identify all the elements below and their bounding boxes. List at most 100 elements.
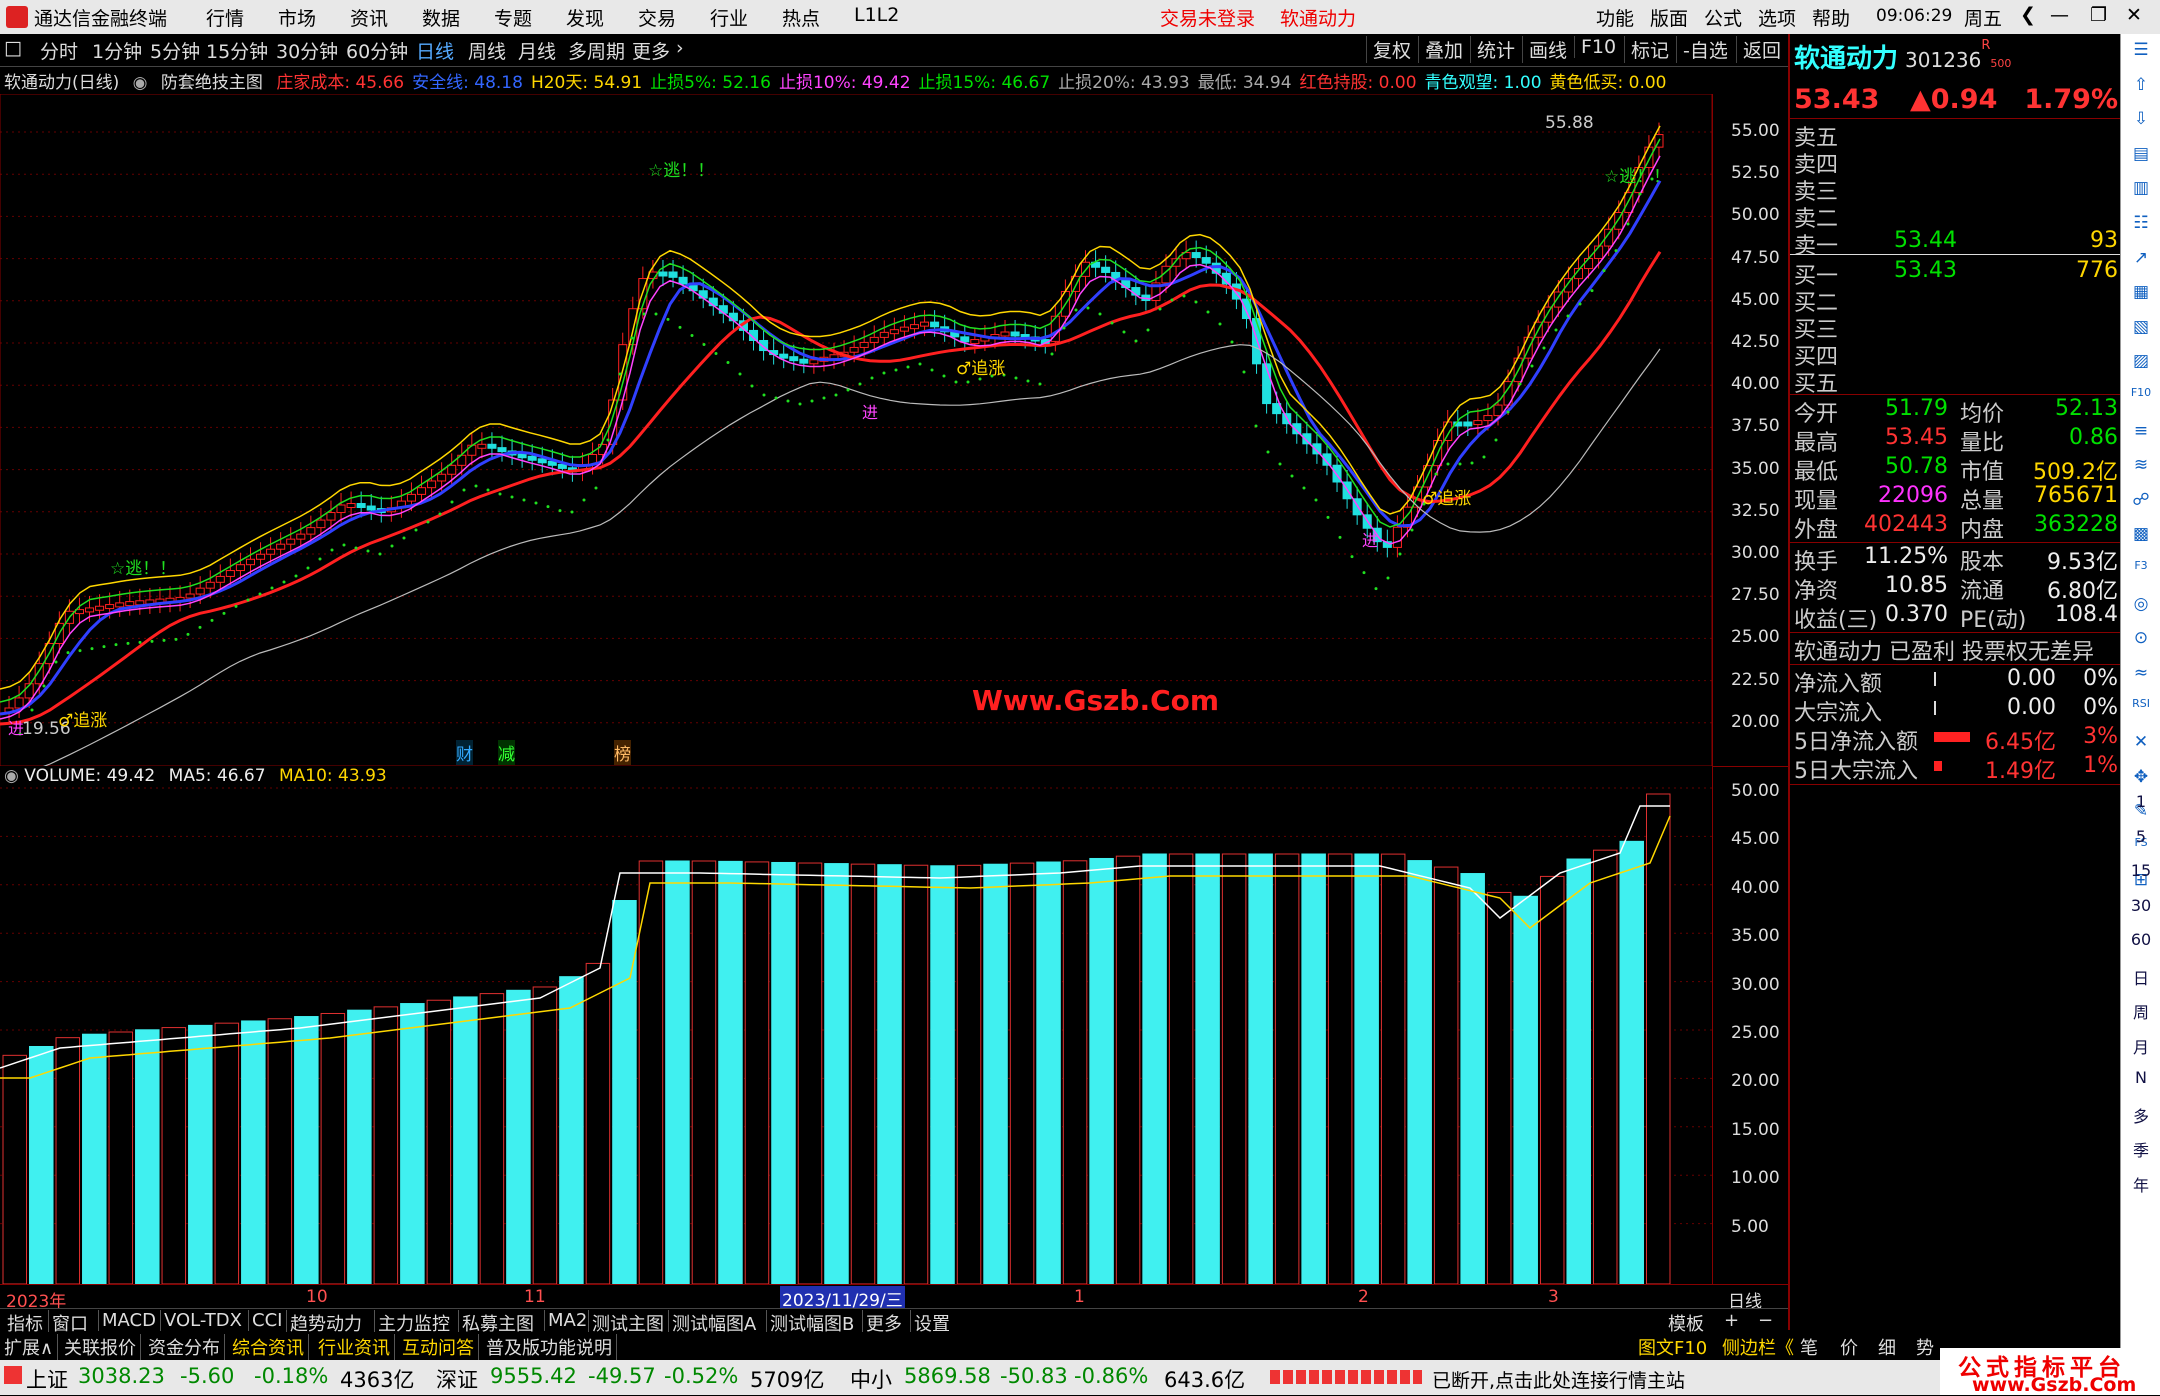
extension-tab[interactable]: 综合资讯 — [232, 1334, 309, 1360]
down-icon[interactable]: ⇩ — [2129, 109, 2153, 133]
link-icon[interactable]: ☍ — [2129, 490, 2153, 514]
chevron-right-icon[interactable]: › — [676, 37, 684, 59]
bar-icon[interactable]: ▦ — [2129, 282, 2153, 306]
back-arrow-icon[interactable]: ❮ — [2020, 4, 2036, 26]
menu-item[interactable]: 数据 — [422, 4, 460, 31]
move-icon[interactable]: ✥ — [2129, 767, 2153, 791]
indicator-tab[interactable]: MA2 — [544, 1310, 587, 1331]
up-icon[interactable]: ⇧ — [2129, 75, 2153, 99]
template-control[interactable]: − — [1758, 1310, 1773, 1331]
tab-period[interactable]: 多周期 — [568, 37, 625, 64]
tool-button[interactable]: 叠加 — [1418, 36, 1469, 63]
menu-item[interactable]: 行情 — [206, 4, 244, 31]
cross-icon[interactable]: ✕ — [2129, 732, 2153, 756]
menu-item[interactable]: 市场 — [278, 4, 316, 31]
period-shortcut[interactable]: N — [2129, 1068, 2153, 1092]
sys-menu-item[interactable]: 公式 — [1704, 4, 1742, 31]
side-tab[interactable]: 细 — [1878, 1334, 1896, 1360]
list-icon[interactable]: ▤ — [2129, 144, 2153, 168]
tab-period[interactable]: 15分钟 — [206, 37, 268, 64]
indicator-tab[interactable]: MACD — [98, 1310, 156, 1331]
close-icon[interactable]: ✕ — [2126, 4, 2142, 26]
side-tab[interactable]: 笔 — [1800, 1334, 1818, 1360]
indicator-tab[interactable]: CCI — [248, 1310, 282, 1331]
menu-icon[interactable]: ☰ — [2129, 40, 2153, 64]
menu-item[interactable]: 行业 — [710, 4, 748, 31]
period-shortcut[interactable]: 5 — [2129, 827, 2153, 851]
tool-button[interactable]: F10 — [1574, 36, 1622, 58]
toolbar-collapse-icon[interactable]: □ — [4, 37, 22, 59]
extension-tab[interactable]: 行业资讯 — [318, 1334, 395, 1360]
f10-icon[interactable]: F10 — [2129, 386, 2153, 410]
menu-item[interactable]: 交易 — [638, 4, 676, 31]
sys-menu-item[interactable]: 功能 — [1596, 4, 1634, 31]
column-icon[interactable]: ▧ — [2129, 317, 2153, 341]
tab-period[interactable]: 5分钟 — [150, 37, 200, 64]
data-icon[interactable]: ▨ — [2129, 351, 2153, 375]
event-tag-list[interactable]: 榜 — [614, 740, 631, 765]
f3-icon[interactable]: F3 — [2129, 559, 2153, 583]
tool-button[interactable]: 复权 — [1366, 36, 1417, 63]
extension-tab[interactable]: 扩展∧ — [4, 1334, 59, 1360]
volume-chart[interactable] — [0, 766, 1712, 1284]
period-shortcut[interactable]: 日 — [2129, 965, 2153, 989]
trend-icon[interactable]: ↗ — [2129, 248, 2153, 272]
block-icon[interactable]: ▩ — [2129, 524, 2153, 548]
tab-period[interactable]: 周线 — [468, 37, 506, 64]
extension-tab[interactable]: 互动问答 — [402, 1334, 479, 1360]
period-shortcut[interactable]: 15 — [2129, 861, 2153, 885]
period-shortcut[interactable]: 季 — [2129, 1137, 2153, 1161]
tab-period[interactable]: 1分钟 — [92, 37, 142, 64]
tool-button[interactable]: -自选 — [1676, 36, 1734, 63]
tab-period[interactable]: 分时 — [40, 37, 78, 64]
approx-icon[interactable]: ≈ — [2129, 663, 2153, 687]
tool-button[interactable]: 返回 — [1736, 36, 1787, 63]
event-tag-reduce[interactable]: 减 — [498, 740, 515, 765]
period-shortcut[interactable]: 多 — [2129, 1103, 2153, 1127]
sys-menu-item[interactable]: 帮助 — [1812, 4, 1850, 31]
period-shortcut[interactable]: 年 — [2129, 1172, 2153, 1196]
menu-item[interactable]: 专题 — [494, 4, 532, 31]
restore-icon[interactable]: ❐ — [2090, 4, 2107, 26]
menu-item[interactable]: 发现 — [566, 4, 604, 31]
tool-button[interactable]: 画线 — [1522, 36, 1573, 63]
period-shortcut[interactable]: 30 — [2129, 896, 2153, 920]
login-status[interactable]: 交易未登录 — [1160, 4, 1255, 31]
tool-button[interactable]: 标记 — [1624, 36, 1675, 63]
extension-tab[interactable]: 资金分布 — [148, 1334, 225, 1360]
index-name[interactable]: 上证 — [26, 1364, 68, 1394]
side-tab[interactable]: 侧边栏《 — [1722, 1334, 1794, 1360]
menu-item[interactable]: L1L2 — [854, 4, 899, 26]
extension-tab[interactable]: 普及版功能说明 — [486, 1334, 617, 1360]
menu-item[interactable]: 资讯 — [350, 4, 388, 31]
connection-status[interactable]: 已断开,点击此处连接行情主站 — [1432, 1366, 1685, 1393]
rsi-icon[interactable]: RSI — [2129, 697, 2153, 721]
grid-icon[interactable]: ▥ — [2129, 178, 2153, 202]
sys-menu-item[interactable]: 版面 — [1650, 4, 1688, 31]
tab-period[interactable]: 更多 — [632, 37, 670, 64]
period-shortcut[interactable]: 60 — [2129, 930, 2153, 954]
index-name[interactable]: 深证 — [436, 1364, 478, 1394]
price-chart[interactable]: 55.8819.56☆逃！！☆逃！！☆逃！！♂追涨♂追涨♂追涨进进进 — [0, 94, 1712, 766]
tab-period-active[interactable]: 日线 — [416, 37, 454, 64]
side-tab[interactable]: 价 — [1840, 1334, 1858, 1360]
period-shortcut[interactable]: 月 — [2129, 1034, 2153, 1058]
menu-item[interactable]: 热点 — [782, 4, 820, 31]
index-name[interactable]: 中小 — [850, 1364, 892, 1394]
tab-period[interactable]: 月线 — [518, 37, 556, 64]
period-shortcut[interactable]: 周 — [2129, 999, 2153, 1023]
event-tag-finance[interactable]: 财 — [456, 740, 473, 765]
indicator-tab[interactable]: VOL-TDX — [160, 1310, 242, 1331]
tab-period[interactable]: 60分钟 — [346, 37, 408, 64]
minimize-icon[interactable]: — — [2050, 4, 2069, 26]
side-tab[interactable]: 势 — [1916, 1334, 1934, 1360]
table-icon[interactable]: ☷ — [2129, 213, 2153, 237]
company-profile[interactable]: 软通动力 已盈利 投票权无差异 — [1794, 640, 2094, 665]
tool-button[interactable]: 统计 — [1470, 36, 1521, 63]
sys-menu-item[interactable]: 选项 — [1758, 4, 1796, 31]
lines-icon[interactable]: ≡ — [2129, 421, 2153, 445]
side-tab[interactable]: 图文F10 — [1638, 1334, 1707, 1360]
formula-name[interactable]: 防套绝技主图 — [161, 73, 263, 93]
circle-icon[interactable]: ⊙ — [2129, 628, 2153, 652]
target-icon[interactable]: ◎ — [2129, 594, 2153, 618]
